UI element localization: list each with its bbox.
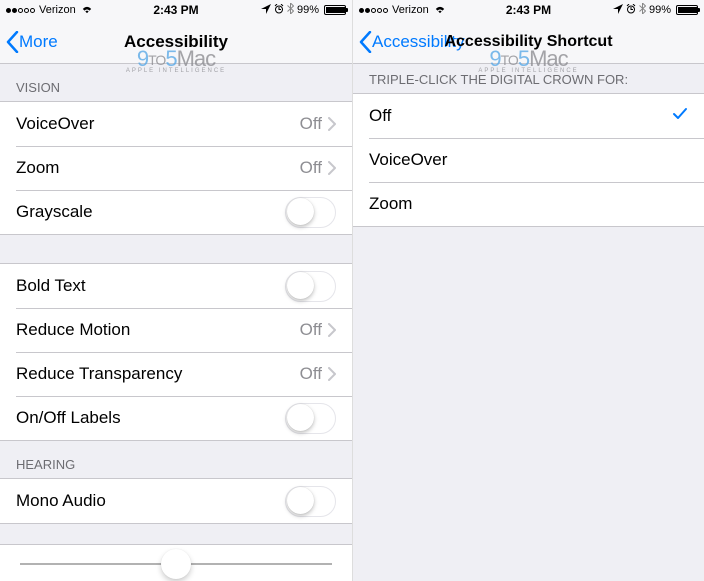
screen-accessibility: Verizon 2:43 PM 99% More Accessibility 9… [0,0,352,581]
cell-voiceover[interactable]: VoiceOver Off [0,102,352,146]
battery-pct: 99% [649,4,671,16]
battery-pct: 99% [297,4,319,16]
cell-mono-audio: Mono Audio [0,479,352,523]
cell-reduce-transparency[interactable]: Reduce Transparency Off [0,352,352,396]
watermark: 9TO5Mac APPLE INTELLIGENCE [126,48,226,74]
alarm-icon [626,4,636,17]
section-header-hearing: HEARING [0,441,352,478]
chevron-right-icon [328,161,336,175]
cell-label: Grayscale [16,202,285,222]
carrier-label: Verizon [392,4,429,16]
cell-grayscale: Grayscale [0,190,352,234]
signal-dots [6,8,35,13]
balance-slider-cell [0,544,352,581]
cell-value: Off [300,320,322,340]
content-scroll[interactable]: TRIPLE-CLICK THE DIGITAL CROWN FOR: Off … [353,64,704,581]
back-label: More [19,32,58,52]
chevron-right-icon [328,323,336,337]
option-zoom[interactable]: Zoom [353,182,704,226]
cell-on-off-labels: On/Off Labels [0,396,352,440]
cell-value: Off [300,114,322,134]
status-right: 99% [261,3,346,17]
screen-accessibility-shortcut: Verizon 2:43 PM 99% Accessibility Access… [352,0,704,581]
cell-label: Mono Audio [16,491,285,511]
wifi-icon [80,3,94,17]
clock: 2:43 PM [153,3,198,17]
grayscale-switch[interactable] [285,197,336,228]
cell-bold-text: Bold Text [0,264,352,308]
checkmark-icon [672,106,688,127]
battery-icon [676,5,698,15]
chevron-right-icon [328,367,336,381]
option-label: Off [369,106,672,126]
cell-reduce-motion[interactable]: Reduce Motion Off [0,308,352,352]
cell-label: Reduce Transparency [16,364,300,384]
clock: 2:43 PM [506,3,551,17]
back-button[interactable]: More [0,31,58,53]
location-icon [261,4,271,17]
signal-dots [359,8,388,13]
option-label: VoiceOver [369,150,688,170]
cell-label: Zoom [16,158,300,178]
option-off[interactable]: Off [353,94,704,138]
mono-audio-switch[interactable] [285,486,336,517]
content-scroll[interactable]: VISION VoiceOver Off Zoom Off Grayscale … [0,64,352,581]
on-off-labels-switch[interactable] [285,403,336,434]
wifi-icon [433,3,447,17]
option-voiceover[interactable]: VoiceOver [353,138,704,182]
bluetooth-icon [639,3,646,17]
cell-value: Off [300,158,322,178]
carrier-label: Verizon [39,4,76,16]
option-label: Zoom [369,194,688,214]
cell-label: Bold Text [16,276,285,296]
vision-group-1: VoiceOver Off Zoom Off Grayscale [0,101,352,235]
cell-zoom[interactable]: Zoom Off [0,146,352,190]
status-right: 99% [613,3,698,17]
bluetooth-icon [287,3,294,17]
slider-thumb[interactable] [161,549,191,579]
hearing-group: Mono Audio [0,478,352,524]
chevron-right-icon [328,117,336,131]
cell-label: On/Off Labels [16,408,285,428]
location-icon [613,4,623,17]
status-bar: Verizon 2:43 PM 99% [0,0,352,20]
status-bar: Verizon 2:43 PM 99% [353,0,704,20]
cell-label: VoiceOver [16,114,300,134]
battery-icon [324,5,346,15]
watermark: 9TO5Mac APPLE INTELLIGENCE [478,48,578,74]
balance-slider[interactable] [20,563,332,565]
vision-group-2: Bold Text Reduce Motion Off Reduce Trans… [0,263,352,441]
alarm-icon [274,4,284,17]
cell-label: Reduce Motion [16,320,300,340]
bold-text-switch[interactable] [285,271,336,302]
shortcut-options-group: Off VoiceOver Zoom [353,93,704,227]
cell-value: Off [300,364,322,384]
